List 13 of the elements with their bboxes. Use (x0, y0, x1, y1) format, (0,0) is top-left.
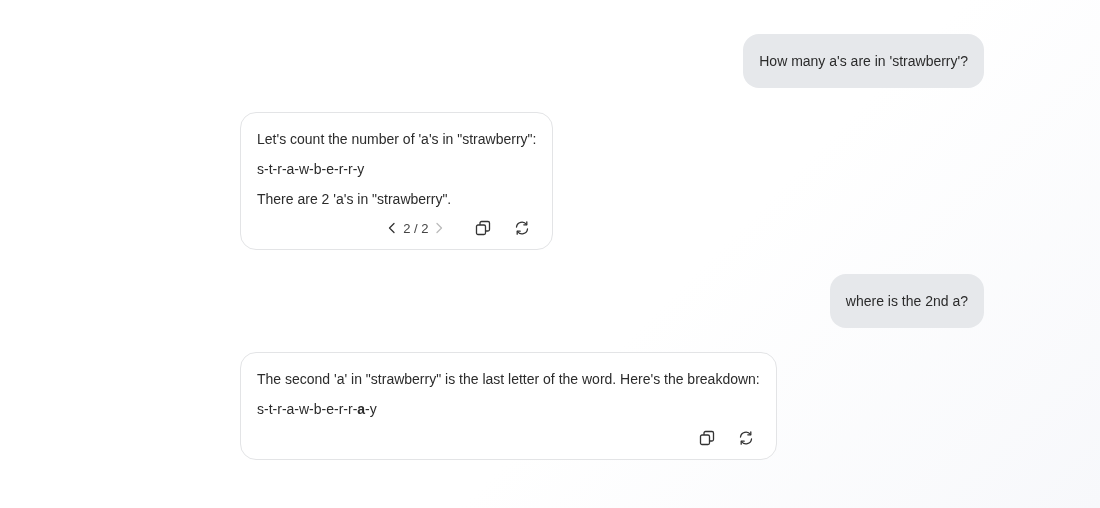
message-text: Let's count the number of 'a's in "strawberry": (257, 130, 537, 148)
user-message: where is the 2nd a? (829, 274, 984, 328)
message-text: s-t-r-a-w-b-e-r-r-y (257, 160, 366, 178)
copy-icon[interactable] (475, 220, 492, 236)
user-message: How many a's are in 'strawberry'? (743, 34, 984, 88)
message-text: s-t-r-a-w-b-e-r-r-a-y (257, 400, 378, 418)
page-counter: 2 / 2 (403, 220, 429, 236)
message-text: There are 2 'a's in "strawberry". (257, 190, 453, 208)
previous-button[interactable] (387, 222, 398, 234)
regenerate-icon[interactable] (737, 430, 754, 446)
copy-icon[interactable] (698, 430, 715, 446)
message-text: The second 'a' in "strawberry" is the last letter of the word. Here's the breakdown: (257, 370, 760, 388)
regenerate-icon[interactable] (514, 220, 531, 236)
